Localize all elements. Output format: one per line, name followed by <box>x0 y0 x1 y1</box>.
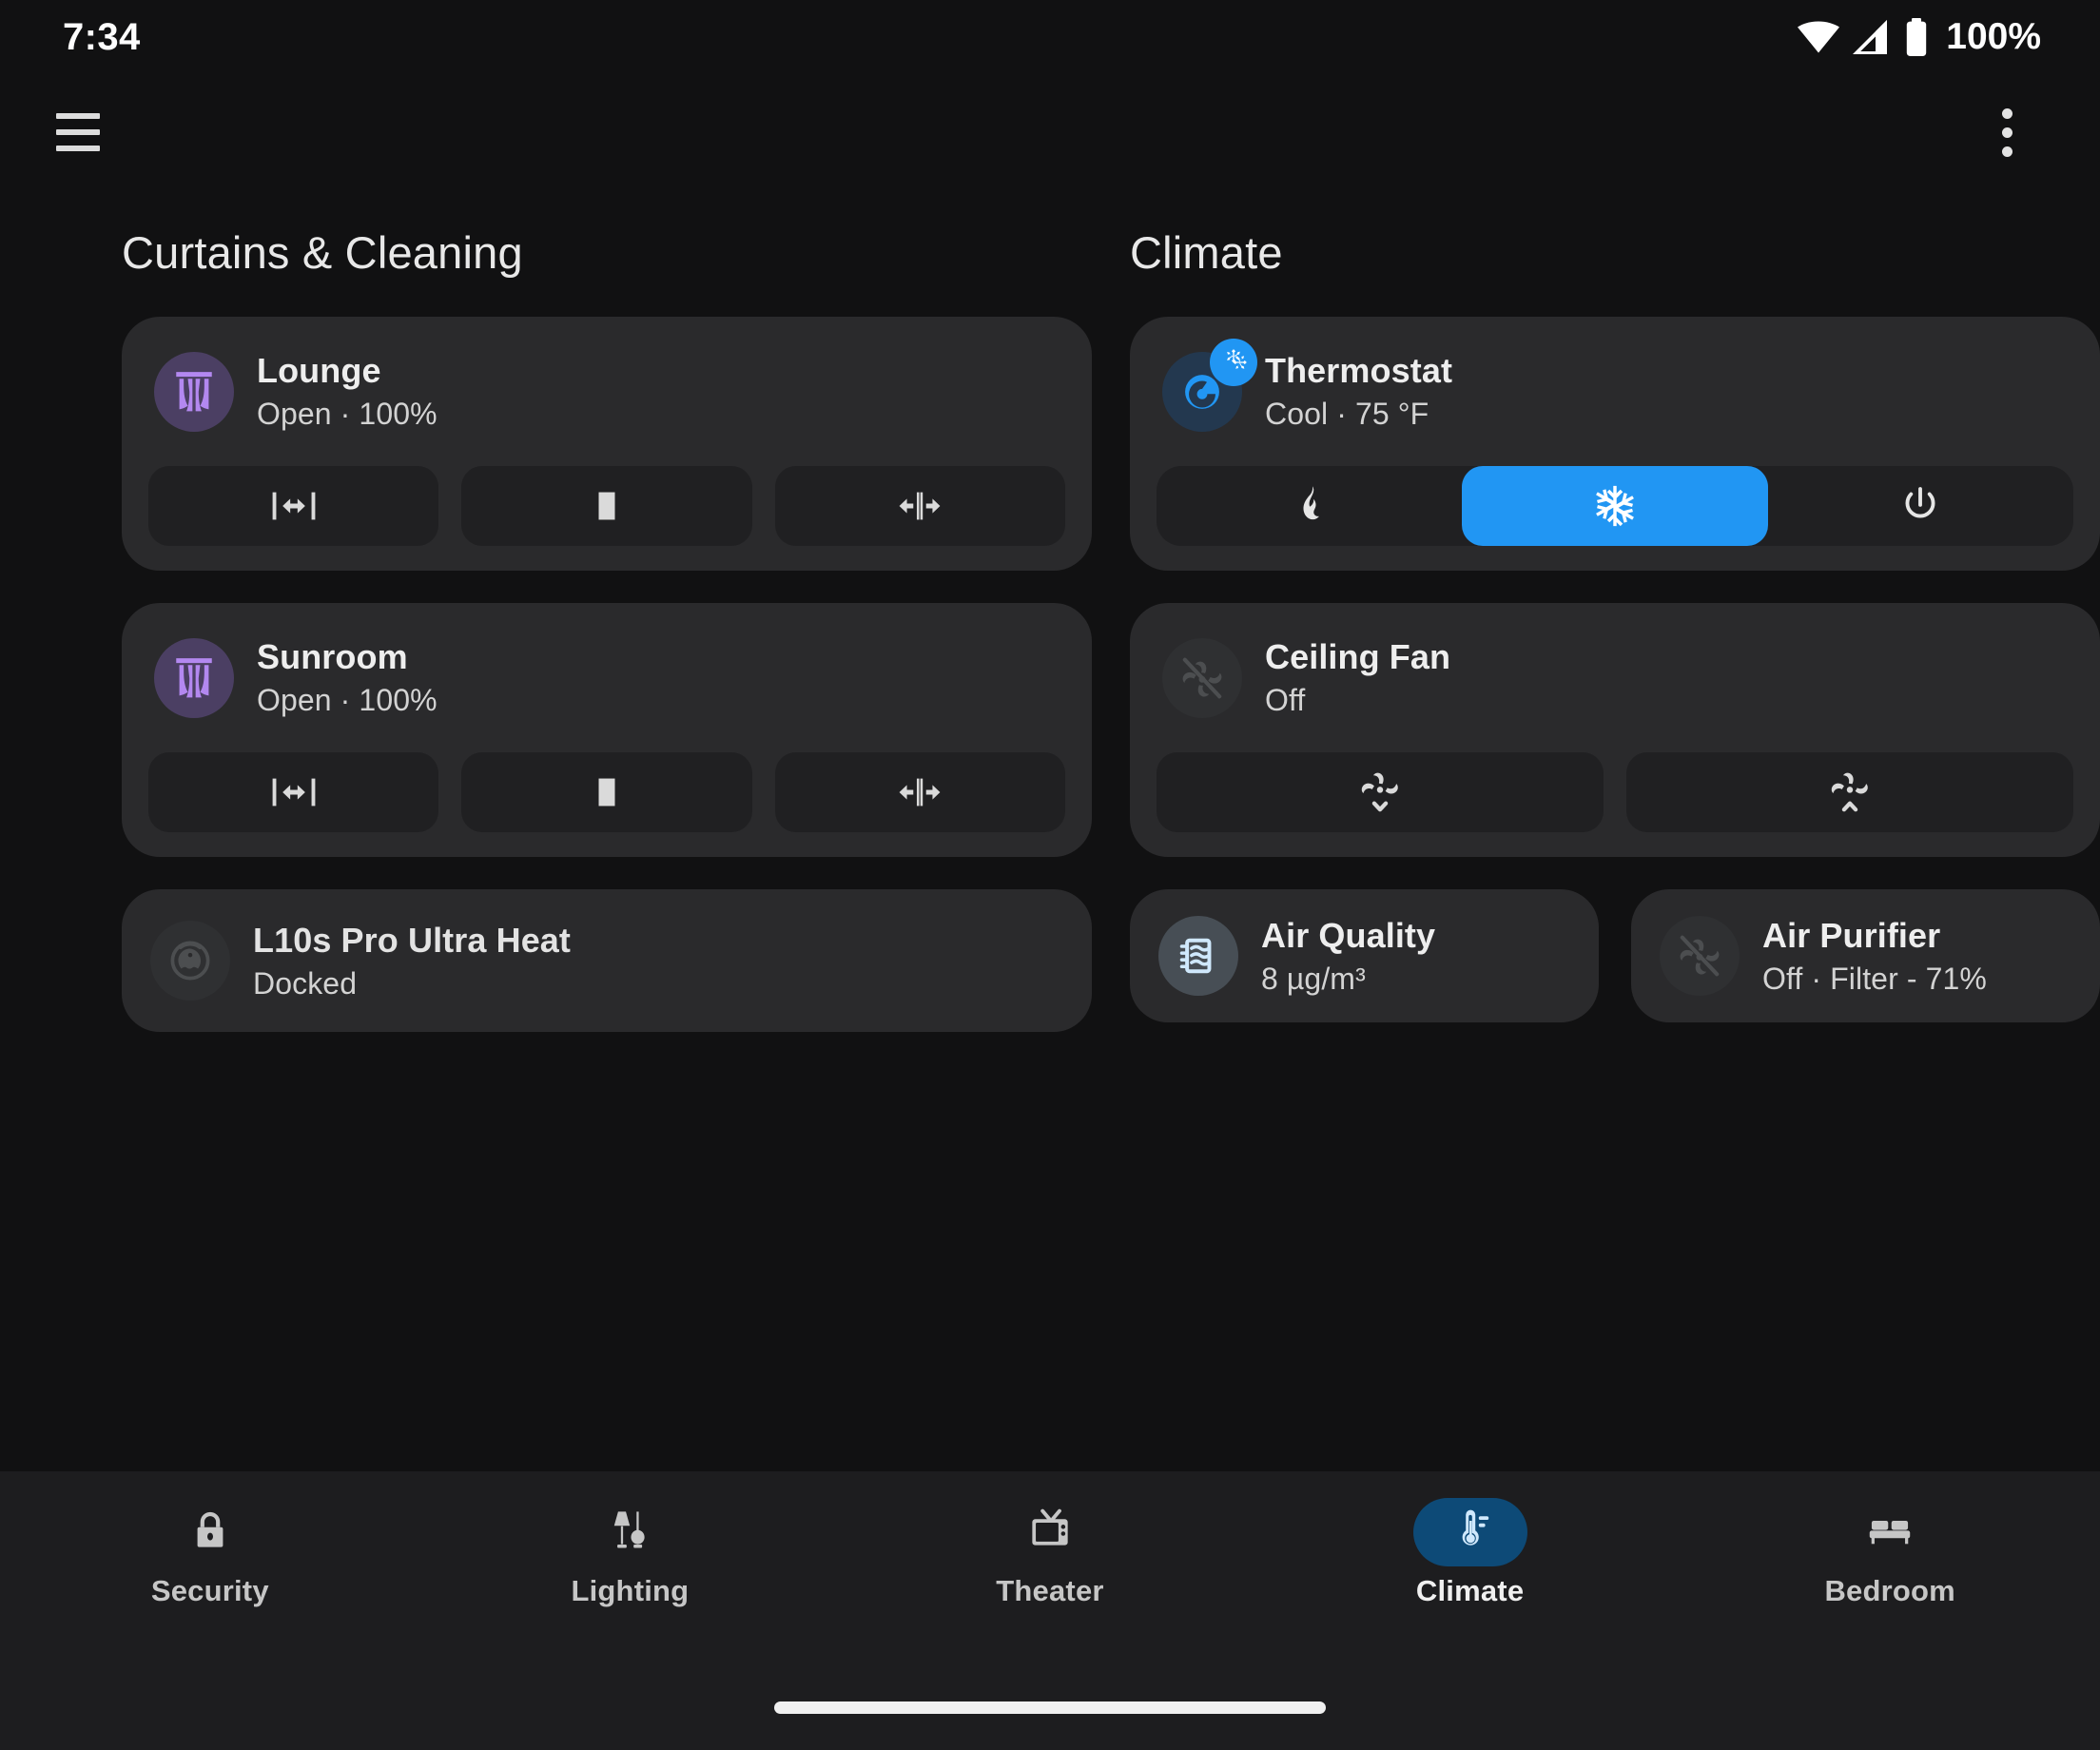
card-texts: Air Purifier Off · Filter - 71% <box>1762 916 1987 997</box>
home-indicator[interactable] <box>774 1701 1326 1714</box>
fan-off-icon[interactable] <box>1162 637 1242 718</box>
dashboard-content: Curtains & Cleaning Lounge Open · 100% S… <box>0 190 2100 1471</box>
lamps-icon <box>606 1507 653 1559</box>
nav-pill-active <box>1412 1498 1527 1566</box>
thermostat-dial-icon[interactable] <box>1162 338 1257 432</box>
snowflake-icon <box>1210 338 1257 386</box>
wifi-icon <box>1798 21 1840 53</box>
nav-item-bedroom[interactable]: Bedroom <box>1747 1498 2032 1608</box>
nav-item-climate[interactable]: Climate <box>1328 1498 1613 1608</box>
cover-close-icon[interactable] <box>774 466 1065 546</box>
device-name: L10s Pro Ultra Heat <box>253 920 572 960</box>
card-air-quality[interactable]: Air Quality 8 µg/m³ <box>1130 889 1599 1022</box>
card-ceiling-fan[interactable]: Ceiling Fan Off <box>1130 603 2100 857</box>
nav-pill <box>993 1498 1107 1566</box>
tv-retro-icon <box>1025 1506 1075 1560</box>
fan-speed-up-icon[interactable] <box>1626 752 2073 832</box>
card-header: Lounge Open · 100% <box>148 343 1065 438</box>
cover-close-icon[interactable] <box>774 752 1065 832</box>
app-bar <box>0 74 2100 190</box>
card-thermostat[interactable]: Thermostat Cool · 75 °F <box>1130 317 2100 571</box>
card-header: Sunroom Open · 100% <box>148 630 1065 724</box>
card-texts: Sunroom Open · 100% <box>257 637 438 718</box>
device-state: Open · 100% <box>257 397 438 431</box>
thermometer-icon <box>1448 1507 1493 1558</box>
status-time: 7:34 <box>63 15 141 58</box>
hamburger-menu-icon[interactable] <box>42 96 114 168</box>
section-title-climate: Climate <box>1130 227 1283 278</box>
device-name: Thermostat <box>1265 351 1453 390</box>
thermostat-mode-cool-button[interactable] <box>1462 466 1768 546</box>
card-texts: L10s Pro Ultra Heat Docked <box>253 921 571 1001</box>
fan-off-icon[interactable] <box>1660 916 1740 996</box>
cover-stop-icon[interactable] <box>461 752 752 832</box>
card-texts: Thermostat Cool · 75 °F <box>1265 351 1452 432</box>
device-state: Cool · 75 °F <box>1265 397 1429 431</box>
battery-percent: 100% <box>1946 16 2041 57</box>
air-filter-icon[interactable] <box>1158 916 1238 996</box>
card-air-purifier[interactable]: Air Purifier Off · Filter - 71% <box>1631 889 2100 1022</box>
nav-label: Climate <box>1415 1574 1525 1607</box>
fan-controls <box>1157 752 2073 832</box>
card-texts: Ceiling Fan Off <box>1265 637 1450 718</box>
thermostat-mode-heat-button[interactable] <box>1157 466 1462 546</box>
section-title-curtains: Curtains & Cleaning <box>122 227 523 278</box>
column-curtains-cleaning: Curtains & Cleaning Lounge Open · 100% S… <box>122 190 1092 1471</box>
cover-open-icon[interactable] <box>148 752 439 832</box>
device-name: Air Quality <box>1261 915 1436 955</box>
robot-vacuum-icon[interactable] <box>150 921 230 1001</box>
device-name: Lounge <box>257 351 381 390</box>
bed-icon <box>1865 1506 1915 1560</box>
cover-controls <box>148 752 1065 832</box>
card-header: Ceiling Fan Off <box>1157 630 2073 724</box>
nav-label: Theater <box>996 1574 1104 1607</box>
device-name: Air Purifier <box>1762 915 1941 955</box>
card-sunroom[interactable]: Sunroom Open · 100% <box>122 603 1092 857</box>
thermostat-mode-selector <box>1157 466 2073 546</box>
nav-label: Lighting <box>571 1574 690 1607</box>
fan-speed-down-icon[interactable] <box>1157 752 1604 832</box>
card-vacuum[interactable]: L10s Pro Ultra Heat Docked <box>122 889 1092 1032</box>
lock-icon <box>187 1507 233 1558</box>
nav-item-security[interactable]: Security <box>68 1498 353 1608</box>
nav-item-lighting[interactable]: Lighting <box>487 1498 772 1608</box>
status-bar: 7:34 100% <box>0 0 2100 74</box>
battery-icon <box>1904 18 1929 56</box>
card-texts: Lounge Open · 100% <box>257 351 438 432</box>
nav-pill <box>1833 1498 1947 1566</box>
overflow-menu-icon[interactable] <box>1971 96 2043 168</box>
climate-mini-tiles: Air Quality 8 µg/m³ Air Purifier Off · F… <box>1130 889 2100 1022</box>
device-state: Off · Filter - 71% <box>1762 961 1987 996</box>
device-name: Ceiling Fan <box>1265 637 1451 676</box>
device-state: Docked <box>253 965 358 1001</box>
device-name: Sunroom <box>257 637 408 676</box>
card-header: Thermostat Cool · 75 °F <box>1157 338 2073 438</box>
device-state: Open · 100% <box>257 683 438 717</box>
cover-controls <box>148 466 1065 546</box>
nav-pill <box>153 1498 267 1566</box>
device-state: Off <box>1265 683 1306 717</box>
device-state: 8 µg/m³ <box>1261 961 1366 996</box>
cover-stop-icon[interactable] <box>461 466 752 546</box>
nav-pill <box>573 1498 687 1566</box>
cellular-signal-icon <box>1853 20 1891 54</box>
curtains-icon[interactable] <box>154 637 234 718</box>
nav-label: Security <box>150 1574 269 1607</box>
card-lounge[interactable]: Lounge Open · 100% <box>122 317 1092 571</box>
thermostat-mode-off-button[interactable] <box>1768 466 2073 546</box>
card-texts: Air Quality 8 µg/m³ <box>1261 916 1435 997</box>
cover-open-icon[interactable] <box>148 466 439 546</box>
column-climate: Climate Thermostat Cool · 75 °F Ceiling … <box>1130 190 2100 1471</box>
nav-label: Bedroom <box>1824 1574 1955 1607</box>
curtains-icon[interactable] <box>154 351 234 432</box>
nav-item-theater[interactable]: Theater <box>907 1498 1193 1608</box>
status-indicators: 100% <box>1798 16 2041 58</box>
